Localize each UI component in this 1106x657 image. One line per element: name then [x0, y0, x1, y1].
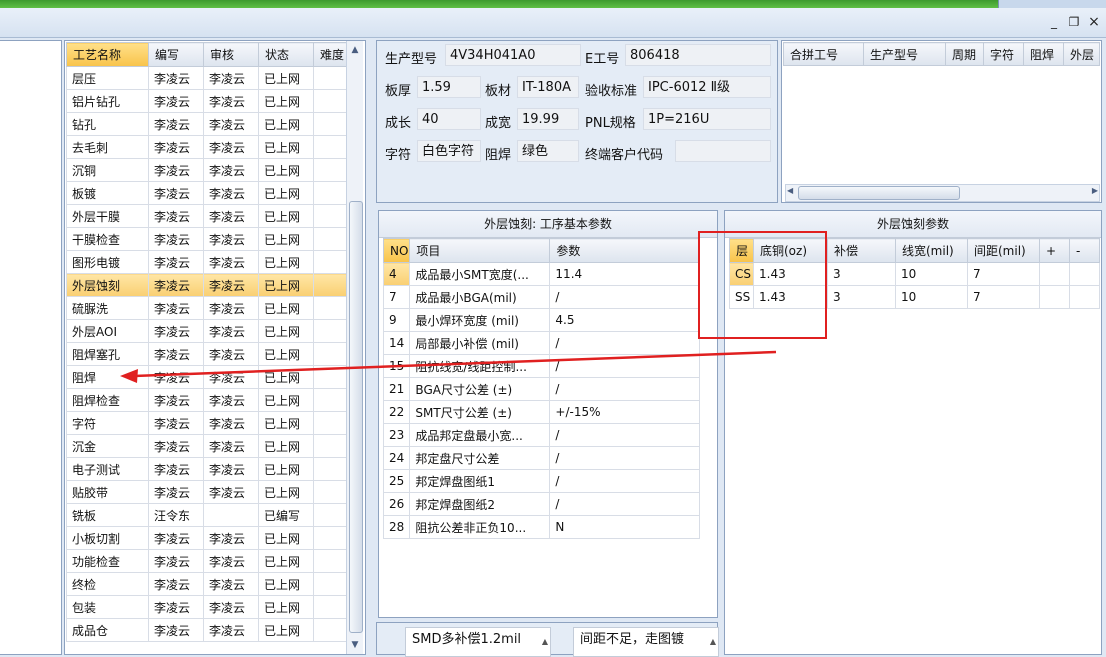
annotation-arrow: [120, 350, 777, 383]
